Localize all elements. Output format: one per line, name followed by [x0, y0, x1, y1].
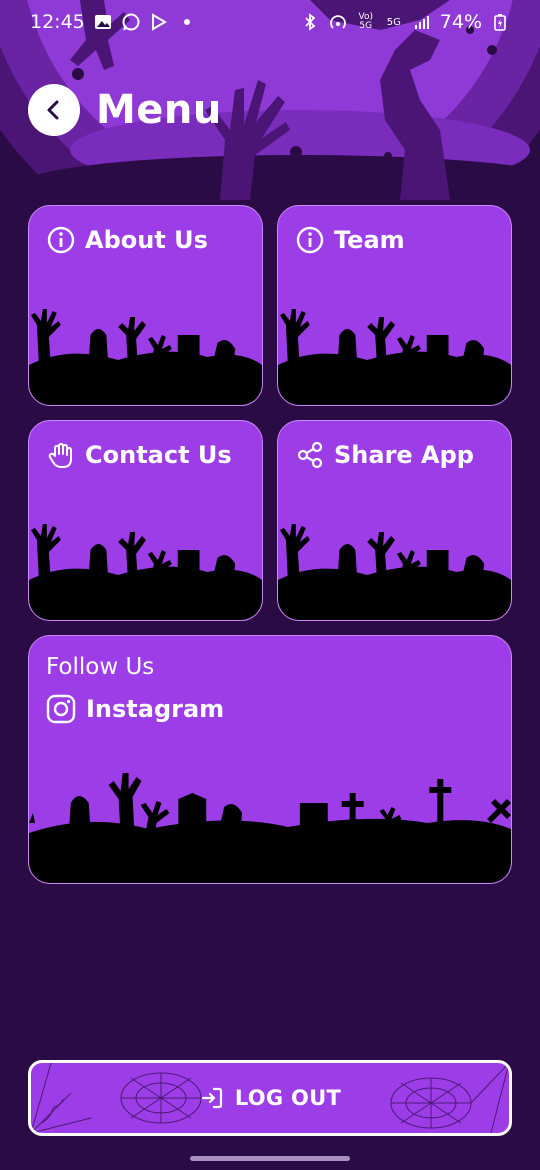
- info-icon: [47, 226, 75, 254]
- dot-icon: [177, 12, 197, 32]
- graveyard-silhouette: [278, 309, 511, 405]
- graveyard-silhouette: [29, 309, 262, 405]
- info-icon: [296, 226, 324, 254]
- share-app-card[interactable]: Share App: [277, 420, 512, 621]
- contact-us-label: Contact Us: [85, 441, 232, 469]
- team-label-row: Team: [296, 226, 405, 254]
- follow-us-heading: Follow Us: [46, 654, 155, 680]
- share-icon: [296, 441, 324, 469]
- gallery-icon: [93, 12, 113, 32]
- share-app-label-row: Share App: [296, 441, 474, 469]
- chevron-left-icon: [42, 98, 66, 122]
- status-left: 12:45: [30, 11, 197, 33]
- about-us-label: About Us: [85, 226, 208, 254]
- contact-us-label-row: Contact Us: [47, 441, 232, 469]
- signal-icon: [412, 12, 432, 32]
- bluetooth-icon: [300, 12, 320, 32]
- play-store-icon: [149, 12, 169, 32]
- follow-us-card: Follow Us Instagram: [28, 635, 512, 884]
- back-button[interactable]: [28, 84, 80, 136]
- instagram-link[interactable]: Instagram: [46, 694, 224, 724]
- about-us-card[interactable]: About Us: [28, 205, 263, 406]
- battery-icon: [490, 12, 510, 32]
- team-label: Team: [334, 226, 405, 254]
- graveyard-silhouette: [29, 773, 511, 883]
- logout-button[interactable]: LOG OUT: [28, 1060, 512, 1136]
- logout-content: LOG OUT: [31, 1063, 509, 1133]
- header: Menu: [28, 84, 222, 136]
- graveyard-silhouette: [278, 524, 511, 620]
- instagram-label: Instagram: [86, 695, 225, 723]
- about-us-label-row: About Us: [47, 226, 208, 254]
- hotspot-icon: [328, 12, 348, 32]
- status-right: Vo) 5G 5G 74%: [300, 11, 510, 33]
- home-indicator[interactable]: [190, 1156, 350, 1161]
- graveyard-silhouette: [29, 524, 262, 620]
- status-bar: 12:45 Vo) 5G 5G 74%: [0, 0, 540, 44]
- logout-icon: [199, 1085, 225, 1111]
- hand-icon: [47, 441, 75, 469]
- team-card[interactable]: Team: [277, 205, 512, 406]
- network-5g-icon: 5G: [386, 16, 401, 28]
- volte-icon: Vo) 5G: [358, 12, 373, 31]
- battery-percent: 74%: [439, 11, 482, 33]
- whatsapp-icon: [121, 12, 141, 32]
- contact-us-card[interactable]: Contact Us: [28, 420, 263, 621]
- status-time: 12:45: [30, 11, 85, 33]
- page-title: Menu: [96, 87, 222, 133]
- share-app-label: Share App: [334, 441, 474, 469]
- instagram-icon: [46, 694, 76, 724]
- logout-label: LOG OUT: [234, 1086, 342, 1110]
